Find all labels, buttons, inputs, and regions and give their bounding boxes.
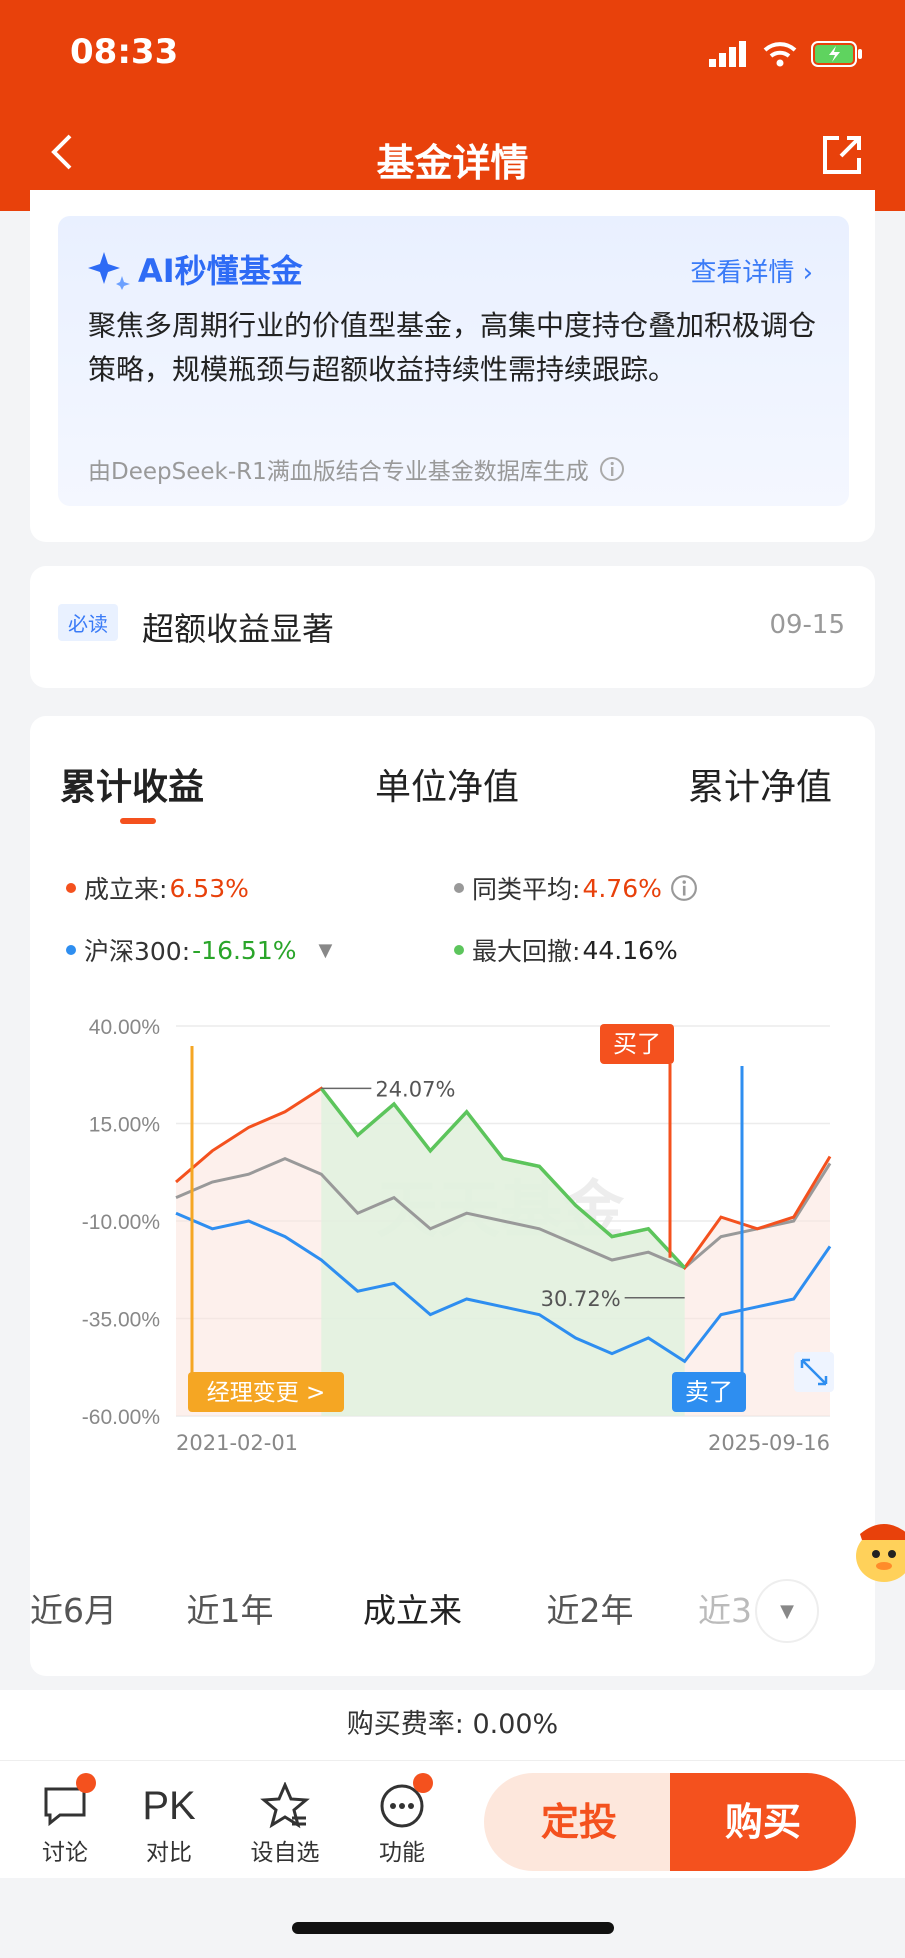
news-date: 09-15 xyxy=(769,610,845,640)
legend-dot xyxy=(454,945,464,955)
notification-dot xyxy=(76,1773,96,1793)
time-tab-1y[interactable]: 近1年 xyxy=(140,1558,320,1664)
bottom-action-bar: 讨论 PK 对比 设自选 功能 定投 购买 xyxy=(0,1760,905,1878)
ai-more-label: 查看详情 xyxy=(690,258,795,288)
discuss-label: 讨论 xyxy=(42,1840,88,1866)
news-card[interactable]: 必读 超额收益显著 09-15 xyxy=(30,566,875,688)
info-icon[interactable] xyxy=(599,456,625,482)
status-time: 08:33 xyxy=(70,32,179,72)
battery-icon xyxy=(811,41,862,67)
trough-label: 30.72% xyxy=(541,1287,621,1311)
signal-icon xyxy=(709,41,746,67)
page-title: 基金详情 xyxy=(376,141,529,185)
discuss-button[interactable]: 讨论 xyxy=(20,1773,110,1867)
time-tab-6m[interactable]: 近6月 xyxy=(30,1558,140,1664)
tab-cumulative-return[interactable]: 累计收益 xyxy=(60,758,204,810)
sparkle-icon xyxy=(88,252,130,290)
legend-value: -16.51% xyxy=(192,935,297,965)
x-end-label: 2025-09-16 xyxy=(708,1431,830,1455)
time-tab-since-inception[interactable]: 成立来 xyxy=(320,1558,505,1664)
expand-tabs-button[interactable]: ▼ xyxy=(755,1579,819,1643)
legend-hs300[interactable]: 沪深300: -16.51% ▼ xyxy=(66,932,332,968)
compare-label: 对比 xyxy=(146,1840,192,1866)
dropdown-triangle-icon[interactable]: ▼ xyxy=(319,940,333,961)
notification-dot xyxy=(413,1773,433,1793)
y-tick-label: -10.00% xyxy=(82,1211,160,1234)
sip-button[interactable]: 定投 xyxy=(484,1773,674,1871)
drawdown-area xyxy=(321,1088,685,1416)
performance-card: 累计收益 单位净值 累计净值 成立来: 6.53% 同类平均: 4.76% 沪深… xyxy=(30,716,875,1676)
watchlist-label: 设自选 xyxy=(250,1840,320,1866)
add-watchlist-button[interactable]: 设自选 xyxy=(240,1779,330,1867)
performance-chart[interactable]: 40.00%15.00%-10.00%-35.00%-60.00%天天基金24.… xyxy=(30,986,875,1546)
chevron-down-icon: ▼ xyxy=(780,1600,794,1622)
star-icon xyxy=(260,1782,310,1829)
home-indicator xyxy=(292,1922,614,1934)
buy-button[interactable]: 购买 xyxy=(670,1773,856,1871)
ai-more-link[interactable]: 查看详情 › xyxy=(690,252,813,289)
legend-value: 4.76% xyxy=(582,873,662,903)
legend-value: 6.53% xyxy=(169,873,249,903)
legend-value: 44.16% xyxy=(582,935,678,965)
wifi-icon xyxy=(763,42,797,67)
share-icon[interactable] xyxy=(819,132,865,178)
app-header: 08:33 基金详情 xyxy=(0,0,905,211)
legend-peer-avg: 同类平均: 4.76% xyxy=(454,870,698,906)
purchase-fee: 购买费率: 0.00% xyxy=(0,1690,905,1760)
y-tick-label: -60.00% xyxy=(82,1406,160,1429)
news-title: 超额收益显著 xyxy=(142,610,335,648)
info-icon[interactable] xyxy=(670,874,698,902)
ai-summary-text: 聚焦多周期行业的价值型基金，高集中度持仓叠加积极调仓策略，规模瓶颈与超额收益持续… xyxy=(88,309,817,386)
y-tick-label: 40.00% xyxy=(89,1016,160,1039)
legend-max-drawdown: 最大回撤: 44.16% xyxy=(454,932,678,968)
y-tick-label: -35.00% xyxy=(82,1309,160,1332)
y-tick-label: 15.00% xyxy=(89,1114,160,1137)
ai-summary-panel: AI秒懂基金 查看详情 › 聚焦多周期行业的价值型基金，高集中度持仓叠加积极调仓… xyxy=(58,216,849,506)
legend-dot xyxy=(66,945,76,955)
tab-cumulative-nav[interactable]: 累计净值 xyxy=(688,758,832,810)
status-icons xyxy=(709,40,863,68)
ai-title-label: AI秒懂基金 xyxy=(138,252,303,290)
ai-note-text: 由DeepSeek-R1满血版结合专业基金数据库生成 xyxy=(88,459,589,485)
time-range-tabs: 近6月 近1年 成立来 近2年 近3 ▼ xyxy=(30,1558,875,1664)
legend-label: 成立来: xyxy=(84,875,168,904)
manager-change-label: 经理变更 > xyxy=(207,1380,326,1406)
legend-label: 同类平均: xyxy=(472,875,581,904)
peak-label: 24.07% xyxy=(375,1077,455,1101)
functions-button[interactable]: 功能 xyxy=(357,1773,447,1867)
legend-dot xyxy=(66,883,76,893)
pk-icon: PK xyxy=(142,1783,196,1828)
x-start-label: 2021-02-01 xyxy=(176,1431,298,1455)
ai-title: AI秒懂基金 xyxy=(88,246,303,292)
sold-label: 卖了 xyxy=(685,1378,733,1406)
tab-unit-nav[interactable]: 单位净值 xyxy=(375,758,519,810)
chevron-right-icon: › xyxy=(802,258,813,288)
must-read-badge: 必读 xyxy=(58,604,118,641)
time-tab-2y[interactable]: 近2年 xyxy=(505,1558,675,1664)
ai-summary-card: AI秒懂基金 查看详情 › 聚焦多周期行业的价值型基金，高集中度持仓叠加积极调仓… xyxy=(30,190,875,542)
legend-label: 最大回撤: xyxy=(472,937,581,966)
legend-label: 沪深300: xyxy=(84,937,191,966)
tab-indicator xyxy=(120,818,156,824)
legend-since-inception: 成立来: 6.53% xyxy=(66,870,249,906)
compare-button[interactable]: PK 对比 xyxy=(124,1779,214,1867)
functions-label: 功能 xyxy=(379,1840,425,1866)
legend-dot xyxy=(454,883,464,893)
mascot-icon[interactable] xyxy=(850,1510,905,1590)
ai-note: 由DeepSeek-R1满血版结合专业基金数据库生成 xyxy=(88,452,625,486)
bought-label: 买了 xyxy=(613,1030,661,1058)
